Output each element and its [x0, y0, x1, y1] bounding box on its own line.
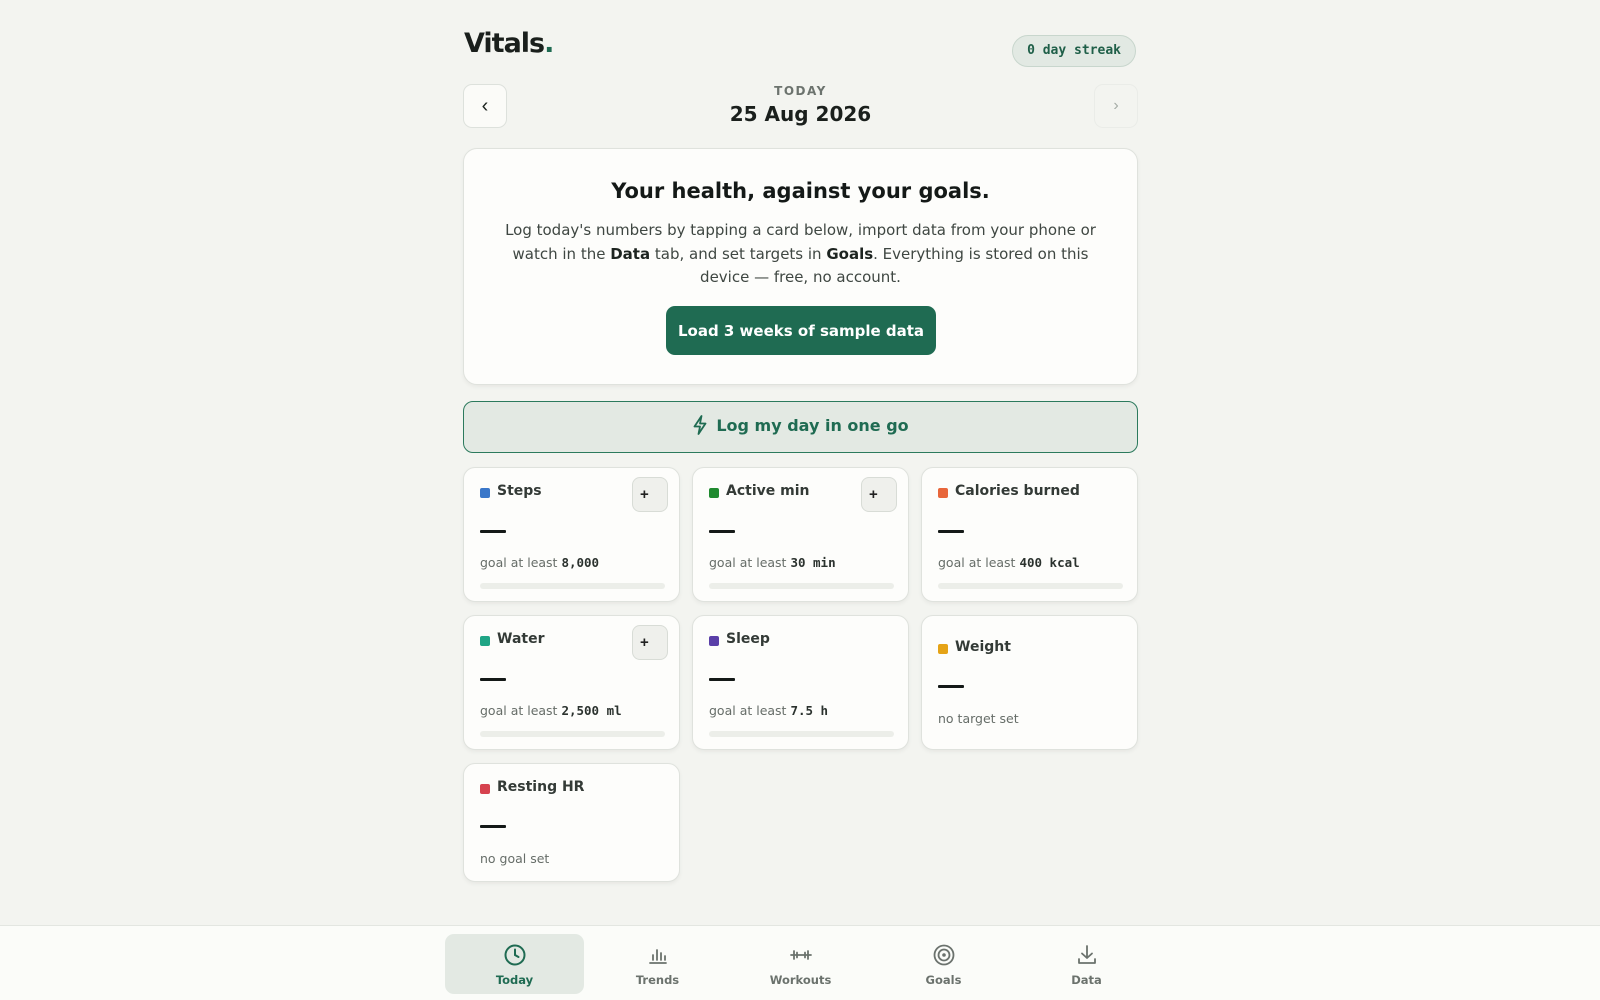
metric-goal: no goal set [480, 851, 550, 866]
tab-label: Goals [925, 973, 962, 987]
metric-value-empty [938, 685, 964, 688]
metric-color-dot [938, 488, 948, 498]
metric-card-water[interactable]: Water + goal at least 2,500 ml [463, 615, 680, 750]
metric-color-dot [480, 636, 490, 646]
download-icon [1078, 945, 1096, 964]
metric-progress-bar [938, 583, 1123, 589]
log-day-label: Log my day in one go [716, 416, 909, 435]
tab-label: Today [495, 973, 534, 987]
bottom-tab-bar: Today Trends Workouts Goals Data [0, 925, 1600, 1000]
tab-label: Data [1071, 973, 1102, 987]
date-label: TODAY [774, 84, 827, 98]
metric-goal: goal at least 7.5 h [709, 703, 829, 718]
metric-progress-bar [480, 731, 665, 737]
metric-value-empty [709, 678, 735, 681]
metric-color-dot [938, 644, 948, 654]
target-icon [933, 944, 955, 966]
header: Vitals. 0 day streak [463, 26, 1138, 70]
streak-badge: 0 day streak [1012, 35, 1136, 67]
metric-value-empty [480, 825, 506, 828]
metric-progress-bar [480, 583, 665, 589]
intro-body: Log today's numbers by tapping a card be… [505, 221, 1096, 286]
date-navigator: ‹ TODAY 25 Aug 2026 › [463, 84, 1138, 130]
tab-label: Workouts [769, 973, 832, 987]
tab-label: Trends [635, 973, 680, 987]
metric-card-active-min[interactable]: Active min + goal at least 30 min [692, 467, 909, 602]
tab-trends[interactable]: Trends [588, 934, 727, 994]
add-steps-button[interactable]: + [632, 477, 668, 512]
tab-data[interactable]: Data [1017, 934, 1156, 994]
log-day-button[interactable]: Log my day in one go [463, 401, 1138, 453]
metric-card-calories-burned[interactable]: Calories burned goal at least 400 kcal [921, 467, 1138, 602]
add-water-button[interactable]: + [632, 625, 668, 660]
lightning-icon [693, 414, 707, 435]
intro-title: Your health, against your goals. [611, 179, 990, 203]
metric-goal: goal at least 8,000 [480, 555, 600, 570]
metric-card-weight[interactable]: Weight no target set [921, 615, 1138, 750]
metric-color-dot [480, 784, 490, 794]
metric-name: Weight [955, 639, 1011, 655]
date-value: 25 Aug 2026 [729, 102, 872, 126]
dumbbell-icon [790, 950, 812, 960]
logo-dot: . [544, 28, 554, 59]
metric-card-resting-hr[interactable]: Resting HR no goal set [463, 763, 680, 882]
metric-color-dot [709, 636, 719, 646]
bar-chart-icon [649, 949, 667, 964]
data-tab-mention: Data [610, 244, 651, 263]
metric-progress-bar [709, 583, 894, 589]
logo: Vitals. [464, 28, 554, 59]
metric-color-dot [480, 488, 490, 498]
metric-name: Resting HR [497, 779, 585, 795]
metric-value-empty [480, 678, 506, 681]
tab-goals[interactable]: Goals [874, 934, 1013, 994]
metric-goal: goal at least 400 kcal [938, 555, 1080, 570]
metric-name: Active min [726, 483, 810, 499]
metric-name: Calories burned [955, 483, 1080, 499]
metric-goal: goal at least 2,500 ml [480, 703, 622, 718]
goals-tab-mention: Goals [826, 244, 874, 263]
metric-name: Water [497, 631, 545, 647]
metric-card-sleep[interactable]: Sleep goal at least 7.5 h [692, 615, 909, 750]
load-sample-data-button[interactable]: Load 3 weeks of sample data [666, 306, 936, 355]
metric-value-empty [480, 530, 506, 533]
add-active-min-button[interactable]: + [861, 477, 897, 512]
metric-card-steps[interactable]: Steps + goal at least 8,000 [463, 467, 680, 602]
next-day-button[interactable]: › [1094, 84, 1138, 128]
tab-today[interactable]: Today [445, 934, 584, 994]
tab-workouts[interactable]: Workouts [731, 934, 870, 994]
metric-name: Steps [497, 483, 542, 499]
metric-value-empty [938, 530, 964, 533]
metric-color-dot [709, 488, 719, 498]
metric-name: Sleep [726, 631, 770, 647]
metric-value-empty [709, 530, 735, 533]
metric-progress-bar [709, 731, 894, 737]
clock-icon [504, 944, 526, 966]
intro-card: Your health, against your goals. Log tod… [463, 148, 1138, 385]
metric-goal: goal at least 30 min [709, 555, 836, 570]
metric-goal: no target set [938, 711, 1019, 726]
